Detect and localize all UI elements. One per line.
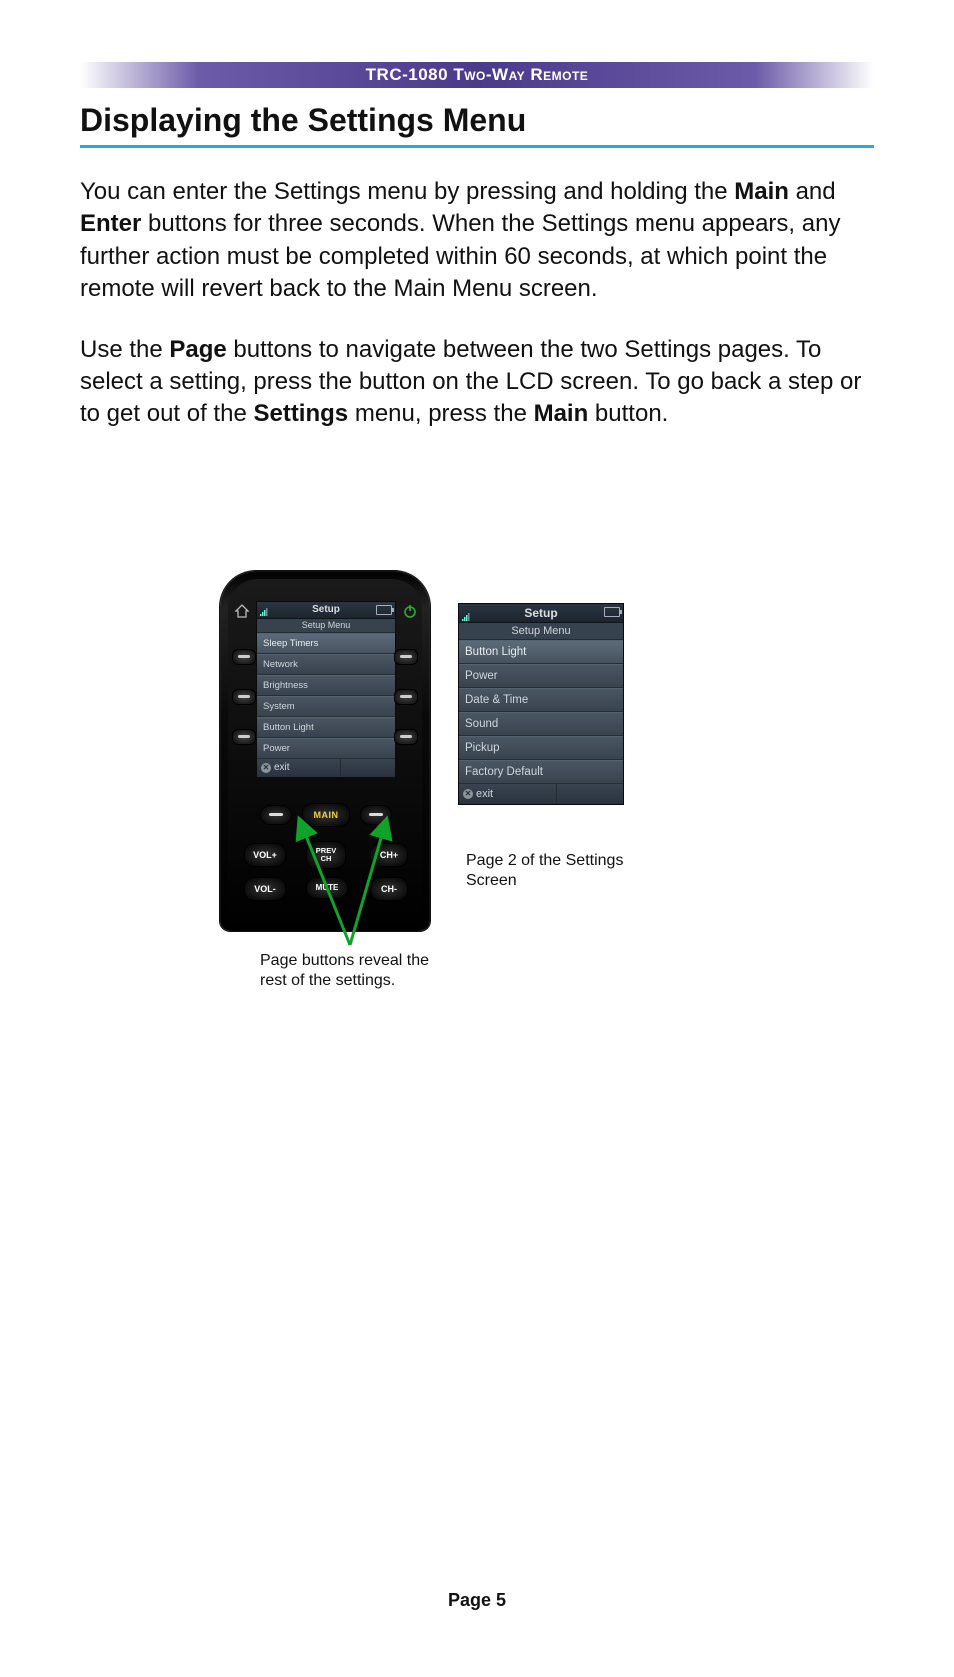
text: Use the bbox=[80, 336, 169, 363]
lcd-item[interactable]: Power bbox=[459, 664, 623, 688]
home-icon bbox=[234, 603, 250, 619]
lcd-item[interactable]: Network bbox=[257, 654, 395, 675]
close-icon: ✕ bbox=[261, 763, 271, 773]
lcd-title-bar: Setup bbox=[257, 602, 395, 619]
page-number: Page 5 bbox=[0, 1590, 954, 1611]
text: and bbox=[789, 178, 836, 205]
side-button-right[interactable] bbox=[394, 689, 418, 705]
bold-page: Page bbox=[169, 336, 226, 363]
lcd-exit-label: exit bbox=[274, 759, 290, 777]
paragraph-2: Use the Page buttons to navigate between… bbox=[80, 334, 874, 431]
lcd-subtitle: Setup Menu bbox=[459, 623, 623, 640]
bold-enter: Enter bbox=[80, 210, 141, 237]
text: menu, press the bbox=[348, 400, 533, 427]
page-button-right[interactable] bbox=[360, 805, 392, 825]
lcd-exit-row[interactable]: ✕ exit bbox=[257, 759, 395, 777]
text: button. bbox=[588, 400, 668, 427]
lcd-item[interactable]: Sleep Timers bbox=[257, 633, 395, 654]
remote-lcd: Setup Setup Menu Sleep Timers Network Br… bbox=[256, 601, 396, 773]
lcd-item[interactable]: Pickup bbox=[459, 736, 623, 760]
lcd-exit-label: exit bbox=[476, 784, 493, 804]
title-underline bbox=[80, 145, 874, 148]
side-button-left[interactable] bbox=[232, 689, 256, 705]
paragraph-1: You can enter the Settings menu by press… bbox=[80, 176, 874, 306]
lcd-title-text: Setup bbox=[524, 606, 557, 620]
side-button-left[interactable] bbox=[232, 649, 256, 665]
page-button-left[interactable] bbox=[260, 805, 292, 825]
lcd-item[interactable]: Date & Time bbox=[459, 688, 623, 712]
battery-icon bbox=[604, 607, 620, 617]
close-icon: ✕ bbox=[463, 789, 473, 799]
lcd-item[interactable]: Button Light bbox=[257, 717, 395, 738]
prev-ch-button[interactable]: PREV CH bbox=[306, 841, 346, 869]
signal-icon bbox=[462, 608, 472, 616]
bold-main: Main bbox=[534, 400, 589, 427]
settings-page2-panel: Setup Setup Menu Button Light Power Date… bbox=[458, 603, 624, 805]
battery-icon bbox=[376, 605, 392, 615]
lcd-subtitle: Setup Menu bbox=[257, 619, 395, 633]
lcd-title-bar: Setup bbox=[459, 604, 623, 623]
lcd-item[interactable]: Power bbox=[257, 738, 395, 759]
lcd-exit-row[interactable]: ✕ exit bbox=[459, 784, 623, 804]
lcd-title-text: Setup bbox=[312, 604, 340, 615]
header-bar: TRC-1080 Two-Way Remote bbox=[80, 62, 874, 88]
lcd-item[interactable]: System bbox=[257, 696, 395, 717]
side-button-right[interactable] bbox=[394, 649, 418, 665]
bold-settings: Settings bbox=[253, 400, 348, 427]
bold-main: Main bbox=[734, 178, 789, 205]
side-button-left[interactable] bbox=[232, 729, 256, 745]
section-title: Displaying the Settings Menu bbox=[80, 102, 874, 139]
caption-page2: Page 2 of the Settings Screen bbox=[466, 851, 646, 891]
ch-up-button[interactable]: CH+ bbox=[370, 843, 408, 867]
lcd-item[interactable]: Factory Default bbox=[459, 760, 623, 784]
lcd-item[interactable]: Sound bbox=[459, 712, 623, 736]
vol-down-button[interactable]: VOL- bbox=[244, 877, 286, 901]
vol-up-button[interactable]: VOL+ bbox=[244, 843, 286, 867]
lcd-item[interactable]: Brightness bbox=[257, 675, 395, 696]
mute-button[interactable]: MUTE bbox=[306, 877, 348, 899]
power-icon bbox=[402, 603, 418, 619]
main-button[interactable]: MAIN bbox=[302, 803, 350, 827]
signal-icon bbox=[260, 606, 270, 614]
caption-page-buttons: Page buttons reveal the rest of the sett… bbox=[260, 951, 450, 991]
ch-down-button[interactable]: CH- bbox=[370, 877, 408, 901]
remote-illustration: Setup Setup Menu Sleep Timers Network Br… bbox=[220, 571, 430, 931]
lcd-item[interactable]: Button Light bbox=[459, 640, 623, 664]
text: You can enter the Settings menu by press… bbox=[80, 178, 734, 205]
figure-area: Setup Setup Menu Sleep Timers Network Br… bbox=[80, 571, 874, 1051]
side-button-right[interactable] bbox=[394, 729, 418, 745]
text: buttons for three seconds. When the Sett… bbox=[80, 210, 840, 302]
